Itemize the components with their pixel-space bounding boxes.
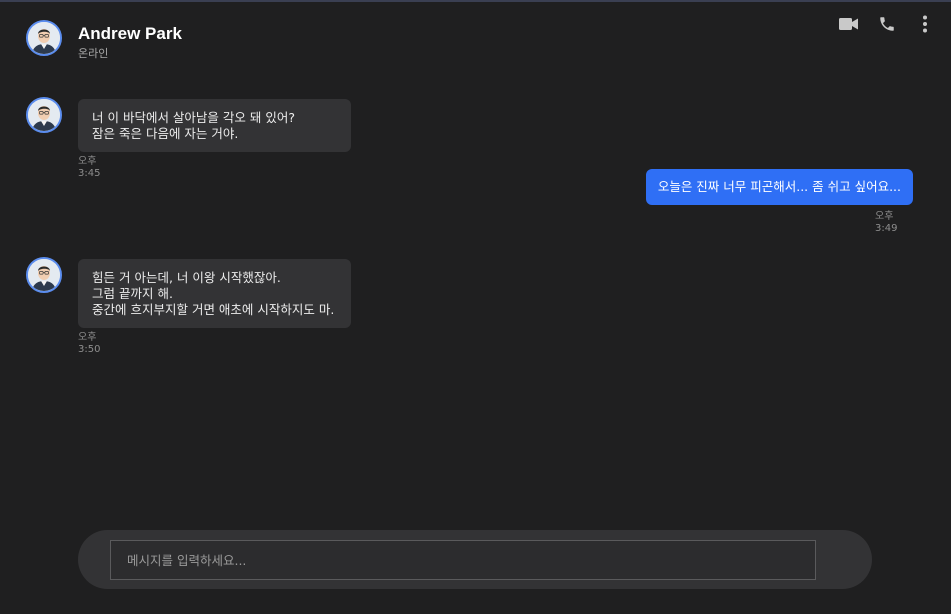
- contact-status: 온라인: [78, 47, 109, 60]
- message-avatar[interactable]: [26, 257, 62, 293]
- message-time: 오후 3:49: [875, 211, 905, 235]
- message-avatar[interactable]: [26, 97, 62, 133]
- time-value: 3:45: [78, 168, 101, 179]
- contact-avatar[interactable]: [26, 20, 62, 56]
- time-period: 오후: [875, 211, 894, 222]
- time-value: 3:49: [875, 223, 898, 234]
- video-call-icon: [839, 18, 858, 30]
- more-options-button[interactable]: [915, 14, 935, 34]
- time-value: 3:50: [78, 344, 101, 355]
- phone-icon: [880, 17, 894, 31]
- message-composer: [78, 530, 872, 589]
- message-bubble: 힘든 거 아는데, 너 이왕 시작했잖아. 그럼 끝까지 해. 중간에 흐지부지…: [78, 259, 351, 328]
- time-period: 오후: [78, 156, 97, 167]
- message-incoming: 너 이 바닥에서 살아남을 각오 돼 있어? 잠은 죽은 다음에 자는 거야. …: [78, 99, 351, 180]
- message-time: 오후 3:45: [78, 156, 108, 180]
- message-bubble: 오늘은 진짜 너무 피곤해서... 좀 쉬고 싶어요...: [645, 169, 913, 205]
- video-call-button[interactable]: [839, 14, 859, 34]
- message-bubble: 너 이 바닥에서 살아남을 각오 돼 있어? 잠은 죽은 다음에 자는 거야.: [78, 99, 351, 152]
- contact-name: Andrew Park: [78, 24, 182, 43]
- message-time: 오후 3:50: [78, 332, 108, 356]
- chat-window: Andrew Park 온라인 너 이 바닥에서 살아남을 각오 돼 있어? 잠…: [0, 0, 951, 614]
- voice-call-button[interactable]: [877, 14, 897, 34]
- time-period: 오후: [78, 332, 97, 343]
- header-actions: [839, 14, 935, 34]
- message-input[interactable]: [110, 540, 816, 580]
- message-incoming: 힘든 거 아는데, 너 이왕 시작했잖아. 그럼 끝까지 해. 중간에 흐지부지…: [78, 259, 351, 356]
- more-vert-icon: [923, 15, 927, 33]
- message-outgoing: 오늘은 진짜 너무 피곤해서... 좀 쉬고 싶어요... 오후 3:49: [645, 169, 913, 235]
